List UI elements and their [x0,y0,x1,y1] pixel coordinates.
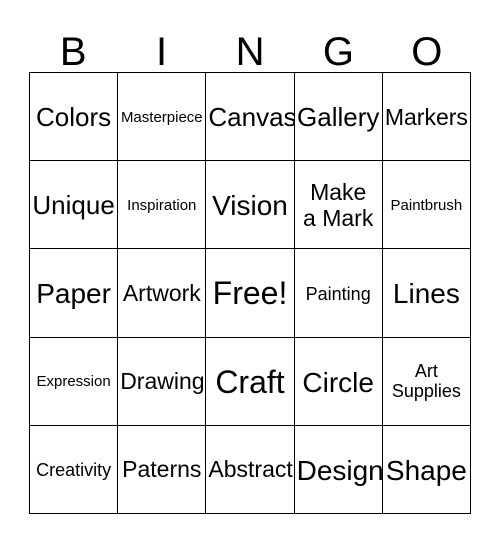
bingo-cell-label: Creativity [36,460,112,481]
bingo-header-cell-0: B [29,18,117,72]
bingo-cell-r1c5[interactable]: Markers [382,73,471,162]
bingo-cell-r3c4[interactable]: Painting [294,249,383,338]
bingo-grid: Colors Masterpiece Canvas Gallery Markers Uni… [29,72,471,514]
bingo-cell-label: Markers [384,103,468,130]
bingo-cell-r1c2[interactable]: Masterpiece [118,73,207,162]
bingo-cell-r4c3[interactable]: Craft [206,337,295,426]
bingo-cell-label: Inspiration [127,196,197,214]
bingo-header-cell-1: I [117,18,205,72]
bingo-cell-label: Vision [212,190,288,222]
bingo-cell-label: Abstract [208,456,293,483]
bingo-cell-label: Shape [385,454,467,486]
bingo-cell-r3c3[interactable]: Free! [206,249,295,338]
bingo-header-letter-i: I [156,30,168,74]
bingo-cell-label: Paintbrush [390,196,463,214]
bingo-cell-label: Drawing [120,368,205,395]
bingo-cell-label: Craft [215,363,285,400]
bingo-header-cell-3: G [294,18,382,72]
bingo-cell-label: Colors [36,102,112,133]
bingo-cell-label: Lines [392,278,460,310]
bingo-cell-r1c1[interactable]: Colors [30,73,119,162]
bingo-cell-r2c5[interactable]: Paintbrush [382,161,471,250]
bingo-header-letter-o: O [411,30,443,74]
bingo-cell-label: Gallery [297,102,380,133]
bingo-cell-r2c1[interactable]: Unique [30,161,119,250]
bingo-cell-r5c4[interactable]: Design [294,425,383,514]
bingo-cell-r4c4[interactable]: Circle [294,337,383,426]
bingo-cell-r3c1[interactable]: Paper [30,249,119,338]
bingo-header-letter-g: G [322,30,354,74]
bingo-header-letter-b: B [59,30,87,74]
bingo-cell-label: Painting [305,283,371,304]
bingo-cell-r2c2[interactable]: Inspiration [118,161,207,250]
bingo-cell-label: Make a Mark [303,179,374,231]
bingo-header-cell-2: N [206,18,294,72]
bingo-cell-label: Circle [302,366,374,398]
bingo-cell-r5c3[interactable]: Abstract [206,425,295,514]
bingo-card: B I N G O Colors Masterpiece Canvas Gallery… [0,0,500,544]
bingo-cell-label: Artwork [122,280,201,307]
bingo-cell-label: Paper [36,278,111,310]
bingo-cell-label: Unique [32,190,115,221]
bingo-cell-r3c5[interactable]: Lines [382,249,471,338]
bingo-cell-r5c2[interactable]: Paterns [118,425,207,514]
bingo-cell-label: Design [296,454,383,486]
bingo-cell-r5c5[interactable]: Shape [382,425,471,514]
bingo-cell-label: Masterpiece [120,108,203,126]
bingo-header-cell-4: O [383,18,471,72]
bingo-cell-label: Canvas [208,102,295,133]
bingo-cell-r4c1[interactable]: Expression [30,337,119,426]
bingo-cell-label: Expression [36,373,111,391]
bingo-cell-r1c4[interactable]: Gallery [294,73,383,162]
bingo-cell-r2c3[interactable]: Vision [206,161,295,250]
bingo-cell-r5c1[interactable]: Creativity [30,425,119,514]
bingo-header-row: B I N G O [29,18,471,72]
bingo-cell-r3c2[interactable]: Artwork [118,249,207,338]
bingo-cell-label: Paterns [122,456,202,483]
bingo-cell-r4c5[interactable]: Art Supplies [382,337,471,426]
bingo-cell-r4c2[interactable]: Drawing [118,337,207,426]
bingo-cell-r1c3[interactable]: Canvas [206,73,295,162]
bingo-cell-label: Free! [212,275,288,312]
bingo-header-letter-n: N [235,30,265,74]
bingo-cell-r2c4[interactable]: Make a Mark [294,161,383,250]
bingo-cell-label: Art Supplies [391,361,461,402]
